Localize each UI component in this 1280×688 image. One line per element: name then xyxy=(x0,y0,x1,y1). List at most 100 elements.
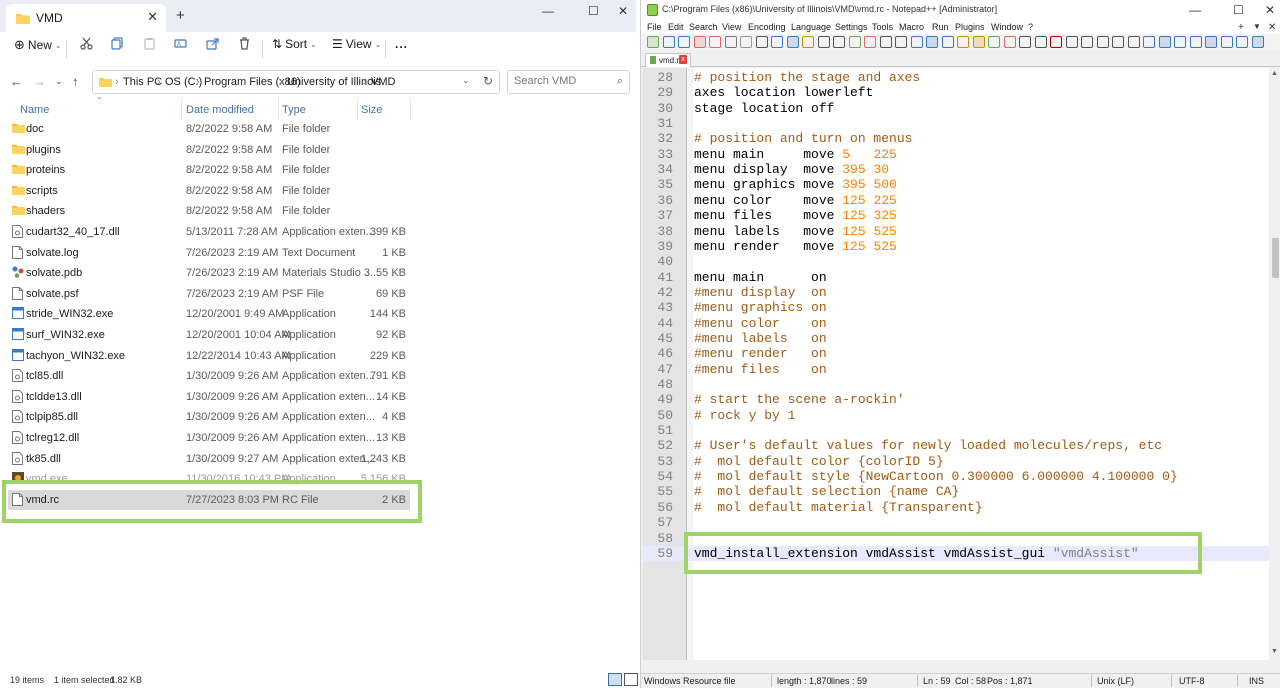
menu-language[interactable]: Language xyxy=(791,22,831,32)
code-line[interactable]: 46 #menu render on xyxy=(643,346,1269,361)
breadcrumb-university[interactable]: University of Illinois xyxy=(287,76,381,88)
paste-icon[interactable] xyxy=(786,36,799,48)
rename-icon[interactable]: A xyxy=(174,37,187,50)
toolbar-extra-icon-6[interactable] xyxy=(1220,36,1233,48)
sync-v-icon[interactable] xyxy=(895,36,907,48)
toolbar-extra-icon-5[interactable] xyxy=(1205,36,1217,48)
notepadpp-tab-vmd-rc[interactable]: vmd.rc x xyxy=(645,53,691,67)
code-line[interactable]: 29 axes location lowerleft xyxy=(643,85,1269,100)
delete-icon[interactable] xyxy=(238,37,251,50)
close-tab-icon[interactable]: ✕ xyxy=(147,9,158,25)
toolbar-extra-icon-3[interactable] xyxy=(1174,36,1186,48)
back-arrow-icon[interactable]: ← xyxy=(10,74,23,89)
menu-window[interactable]: Window xyxy=(991,22,1023,32)
close-all-icon[interactable] xyxy=(724,36,737,48)
code-line[interactable]: 51 xyxy=(643,423,1269,438)
view-button[interactable]: ☰ View ⌄ xyxy=(332,37,381,51)
all-chars-icon[interactable] xyxy=(941,36,954,48)
folder-workspace-icon[interactable] xyxy=(1019,36,1031,48)
forward-arrow-icon[interactable]: → xyxy=(33,74,46,89)
stop-record-icon[interactable] xyxy=(1065,36,1078,48)
code-line[interactable]: 36 menu color move 125 225 xyxy=(643,193,1269,208)
file-row-surf-win32-exe[interactable]: surf_WIN32.exe 12/20/2001 10:04 AM Applica… xyxy=(8,325,410,345)
list-tabs-icon[interactable]: ▼ xyxy=(1253,22,1261,31)
code-line[interactable]: 44 #menu color on xyxy=(643,316,1269,331)
file-row-plugins[interactable]: plugins 8/2/2022 9:58 AM File folder xyxy=(8,140,410,160)
file-row-tclpip85-dll[interactable]: tclpip85.dll 1/30/2009 9:26 AM Application… xyxy=(8,407,410,427)
menu-run[interactable]: Run xyxy=(932,22,949,32)
code-line[interactable]: 32 # position and turn on menus xyxy=(643,131,1269,146)
vertical-scrollbar[interactable]: ▲ ▼ xyxy=(1270,68,1280,660)
menu-search[interactable]: Search xyxy=(689,22,718,32)
maximize-button[interactable]: ☐ xyxy=(588,4,599,18)
file-row-vmd-rc[interactable]: vmd.rc 7/27/2023 8:03 PM RC File 2 KB xyxy=(8,489,410,510)
undo-icon[interactable] xyxy=(802,36,814,48)
code-line[interactable]: 43 #menu graphics on xyxy=(643,300,1269,315)
file-row-stride-win32-exe[interactable]: stride_WIN32.exe 12/20/2001 9:49 AM Applic… xyxy=(8,304,410,324)
code-line[interactable]: 54 # mol default style {NewCartoon 0.3000… xyxy=(643,469,1269,484)
share-icon[interactable] xyxy=(206,37,219,50)
file-row-doc[interactable]: doc 8/2/2022 9:58 AM File folder xyxy=(8,119,410,139)
copy-icon[interactable] xyxy=(771,36,783,48)
toolbar-extra-icon-4[interactable] xyxy=(1189,36,1202,48)
code-line[interactable]: 31 xyxy=(643,116,1269,131)
code-line[interactable]: 56 # mol default material {Transparent} xyxy=(643,500,1269,515)
save-all-icon[interactable] xyxy=(693,36,706,48)
code-line[interactable]: 59 vmd_install_extension vmdAssist vmdAss… xyxy=(643,545,1269,562)
breadcrumb-vmd[interactable]: VMD xyxy=(371,76,395,88)
up-arrow-icon[interactable]: ↑ xyxy=(72,74,79,89)
address-bar[interactable]: › This PC › OS (C:) › Program Files (x86… xyxy=(92,70,500,94)
find-icon[interactable] xyxy=(833,36,845,48)
menu-encoding[interactable]: Encoding xyxy=(748,22,786,32)
file-row-tclreg12-dll[interactable]: tclreg12.dll 1/30/2009 9:26 AM Application… xyxy=(8,428,410,448)
file-row-vmd-exe[interactable]: vmd.exe 11/30/2016 10:43 PM Application 5,1… xyxy=(8,469,410,489)
code-line[interactable]: 52 # User's default values for newly load… xyxy=(643,438,1269,453)
file-row-tk85-dll[interactable]: tk85.dll 1/30/2009 9:27 AM Application ext… xyxy=(8,449,410,469)
zoom-in-icon[interactable] xyxy=(864,36,876,48)
play-macro-icon[interactable] xyxy=(1081,36,1093,48)
file-row-tachyon-win32-exe[interactable]: tachyon_WIN32.exe 12/22/2014 10:43 AM Appl… xyxy=(8,346,410,366)
file-row-solvate-pdb[interactable]: solvate.pdb 7/26/2023 2:19 AM Materials St… xyxy=(8,263,410,283)
zoom-out-icon[interactable] xyxy=(879,36,892,48)
file-row-scripts[interactable]: scripts 8/2/2022 9:58 AM File folder xyxy=(8,181,410,201)
code-line[interactable]: 45 #menu labels on xyxy=(643,331,1269,346)
code-line[interactable]: 30 stage location off xyxy=(643,101,1269,116)
code-line[interactable]: 40 xyxy=(643,254,1269,269)
code-line[interactable]: 39 menu render move 125 525 xyxy=(643,239,1269,254)
minimize-button[interactable]: — xyxy=(542,4,554,18)
run-icon[interactable] xyxy=(1127,36,1140,48)
maximize-button[interactable]: ☐ xyxy=(1233,3,1244,17)
explorer-tab-vmd[interactable]: VMD ✕ xyxy=(6,4,166,32)
cut-icon[interactable] xyxy=(755,36,768,48)
file-row-solvate-psf[interactable]: solvate.psf 7/26/2023 2:19 AM PSF File 69 K… xyxy=(8,284,410,304)
file-row-tcl85-dll[interactable]: tcl85.dll 1/30/2009 9:26 AM Application ex… xyxy=(8,366,410,386)
code-line[interactable]: 57 xyxy=(643,515,1269,530)
menu-settings[interactable]: Settings xyxy=(835,22,868,32)
doc-map-icon[interactable] xyxy=(988,36,1000,48)
sort-button[interactable]: ⇅ Sort ⌄ xyxy=(272,37,317,51)
recent-chevron-icon[interactable]: ⌄ xyxy=(55,76,63,87)
horizontal-scrollbar[interactable] xyxy=(643,660,1269,671)
save-icon[interactable] xyxy=(678,36,690,48)
open-file-icon[interactable] xyxy=(662,36,675,48)
code-line[interactable]: 50 # rock y by 1 xyxy=(643,408,1269,423)
close-window-button[interactable]: ✕ xyxy=(618,4,628,18)
cut-icon[interactable] xyxy=(80,37,93,50)
tiles-view-toggle[interactable] xyxy=(624,673,638,686)
menu-plugins[interactable]: Plugins xyxy=(955,22,985,32)
indent-guide-icon[interactable] xyxy=(957,36,969,48)
details-view-toggle[interactable] xyxy=(608,673,622,686)
function-list-icon[interactable] xyxy=(1003,36,1016,48)
udl-icon[interactable] xyxy=(972,36,985,48)
new-button[interactable]: ⊕ New ⌄ xyxy=(14,37,62,53)
code-line[interactable]: 48 xyxy=(643,377,1269,392)
scroll-down-icon[interactable]: ▼ xyxy=(1271,648,1278,655)
code-editor[interactable]: 28 # position the stage and axes 29 axes lo… xyxy=(643,68,1269,660)
close-document-icon[interactable]: ✕ xyxy=(1268,22,1276,33)
save-macro-icon[interactable] xyxy=(1112,36,1124,48)
search-input[interactable] xyxy=(514,75,610,87)
code-line[interactable]: 41 menu main on xyxy=(643,270,1269,285)
add-tab-icon[interactable]: + xyxy=(1238,22,1244,33)
toolbar-extra-icon-8[interactable] xyxy=(1251,36,1264,48)
copy-icon[interactable] xyxy=(111,37,124,50)
